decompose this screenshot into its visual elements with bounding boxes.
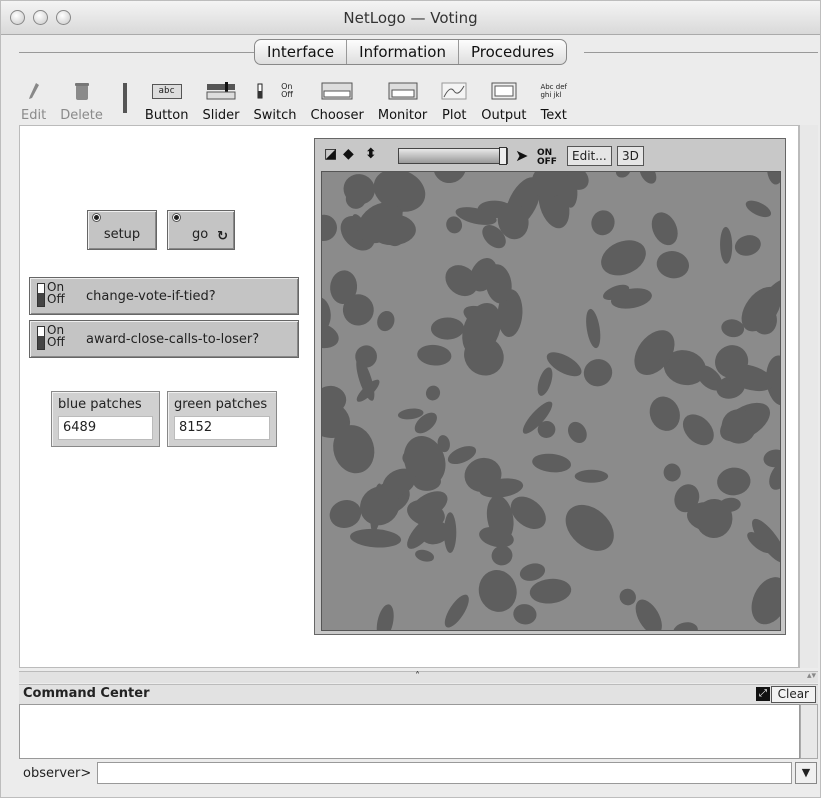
interface-vertical-scrollbar[interactable] xyxy=(799,125,818,668)
agent-selector-dropdown[interactable]: ▼ xyxy=(795,762,817,784)
tab-interface[interactable]: Interface xyxy=(255,40,346,64)
setup-button-label: setup xyxy=(103,227,141,242)
command-output-scrollbar[interactable] xyxy=(800,704,818,759)
tab-procedures[interactable]: Procedures xyxy=(458,40,566,64)
pencil-icon xyxy=(27,78,41,104)
command-center-header: Command Center ⤢ Clear xyxy=(19,684,818,704)
green-patches-label: green patches xyxy=(174,397,268,412)
switch-on-off-label: On Off xyxy=(47,323,65,349)
switch-widget-icon: On Off xyxy=(257,78,293,104)
switch-widget-icon-text: On Off xyxy=(281,82,293,99)
blue-patches-value: 6489 xyxy=(58,416,153,440)
widget-toolbar: Edit Delete abc Button Slider On Off Swit… xyxy=(21,71,581,123)
text-tool-label: Text xyxy=(540,108,567,123)
tab-information[interactable]: Information xyxy=(346,40,458,64)
monitor-tool[interactable]: Monitor xyxy=(378,78,427,123)
view-height-icon[interactable]: ⬍ xyxy=(365,146,377,162)
delete-tool-label: Delete xyxy=(60,108,103,123)
app-window: NetLogo — Voting Interface Information P… xyxy=(0,0,821,798)
monitor-tool-label: Monitor xyxy=(377,108,428,123)
slider-tool[interactable]: Slider xyxy=(202,78,240,123)
output-widget-icon xyxy=(491,78,517,104)
button-tool-label: Button xyxy=(144,108,189,123)
view-3d-button[interactable]: 3D xyxy=(617,146,644,166)
change-vote-switch[interactable]: On Off change-vote-if-tied? xyxy=(29,277,299,315)
view-width-icon[interactable]: ◆ xyxy=(343,146,354,162)
output-tool[interactable]: Output xyxy=(481,78,526,123)
view-updates-switch[interactable]: ON OFF xyxy=(537,149,557,167)
delete-tool[interactable]: Delete xyxy=(60,78,103,123)
slider-widget-icon xyxy=(206,78,236,104)
edit-tool[interactable]: Edit xyxy=(21,78,46,123)
button-widget-icon: abc xyxy=(151,83,182,99)
text-tool[interactable]: Abc def ghi jkl Text xyxy=(540,78,567,123)
expand-icon[interactable]: ⤢ xyxy=(756,687,770,701)
switch-tool-label: Switch xyxy=(253,108,297,123)
play-arrow-icon[interactable]: ➤ xyxy=(515,146,528,165)
tab-divider-right xyxy=(584,52,818,53)
splitter-arrows-icon[interactable]: ▴▾ xyxy=(807,671,816,681)
plot-tool-label: Plot xyxy=(442,108,467,123)
view-size-icon[interactable]: ◪ xyxy=(324,146,337,162)
forever-loop-icon: ↻ xyxy=(217,229,228,244)
setup-button[interactable]: setup xyxy=(87,210,157,250)
tab-bar: Interface Information Procedures xyxy=(254,39,568,65)
blue-patches-monitor[interactable]: blue patches 6489 xyxy=(51,391,160,447)
agent-indicator-icon xyxy=(173,214,180,221)
text-widget-icon: Abc def ghi jkl xyxy=(540,83,567,99)
output-tool-label: Output xyxy=(481,108,527,123)
agent-indicator-icon xyxy=(93,214,100,221)
award-close-calls-switch-label: award-close-calls-to-loser? xyxy=(86,332,260,347)
command-output[interactable] xyxy=(19,704,800,759)
green-patches-value: 8152 xyxy=(174,416,270,440)
toolbar-separator xyxy=(122,83,127,113)
splitter-grip-icon[interactable]: ˄ xyxy=(415,671,420,682)
command-center-title: Command Center xyxy=(23,686,150,701)
command-center-splitter[interactable]: ˄ ▴▾ xyxy=(19,671,818,683)
observer-prompt: observer> xyxy=(23,766,92,781)
blue-patches-label: blue patches xyxy=(58,397,142,412)
speed-slider-thumb[interactable] xyxy=(499,147,507,165)
title-bar: NetLogo — Voting xyxy=(1,1,820,35)
voter-cluster xyxy=(574,469,609,483)
switch-tool[interactable]: On Off Switch xyxy=(253,78,297,124)
button-tool[interactable]: abc Button xyxy=(144,78,189,123)
green-patches-monitor[interactable]: green patches 8152 xyxy=(167,391,277,447)
command-input[interactable] xyxy=(97,762,792,784)
world-view[interactable]: ◪ ◆ ⬍ ➤ ON OFF Edit... 3D xyxy=(314,138,786,635)
view-edit-button[interactable]: Edit... xyxy=(567,146,612,166)
switch-knob-icon xyxy=(37,326,45,350)
monitor-widget-icon xyxy=(388,78,418,104)
slider-tool-label: Slider xyxy=(202,108,240,123)
switch-knob-icon xyxy=(37,283,45,307)
edit-tool-label: Edit xyxy=(21,108,47,123)
patch-grid[interactable] xyxy=(321,171,781,631)
go-button[interactable]: go ↻ xyxy=(167,210,235,250)
award-close-calls-switch[interactable]: On Off award-close-calls-to-loser? xyxy=(29,320,299,358)
switch-on-off-label: On Off xyxy=(47,280,65,306)
window-title: NetLogo — Voting xyxy=(343,9,478,27)
change-vote-switch-label: change-vote-if-tied? xyxy=(86,289,216,304)
chooser-widget-icon xyxy=(321,78,353,104)
view-control-strip: ◪ ◆ ⬍ ➤ ON OFF Edit... 3D xyxy=(315,139,785,171)
chooser-tool[interactable]: Chooser xyxy=(311,78,364,123)
chooser-tool-label: Chooser xyxy=(310,108,364,123)
plot-tool[interactable]: Plot xyxy=(441,78,467,123)
tab-divider-left xyxy=(19,52,254,53)
plot-widget-icon xyxy=(441,78,467,104)
trash-icon xyxy=(74,78,90,104)
speed-slider[interactable] xyxy=(398,147,508,165)
clear-button[interactable]: Clear xyxy=(770,686,816,703)
